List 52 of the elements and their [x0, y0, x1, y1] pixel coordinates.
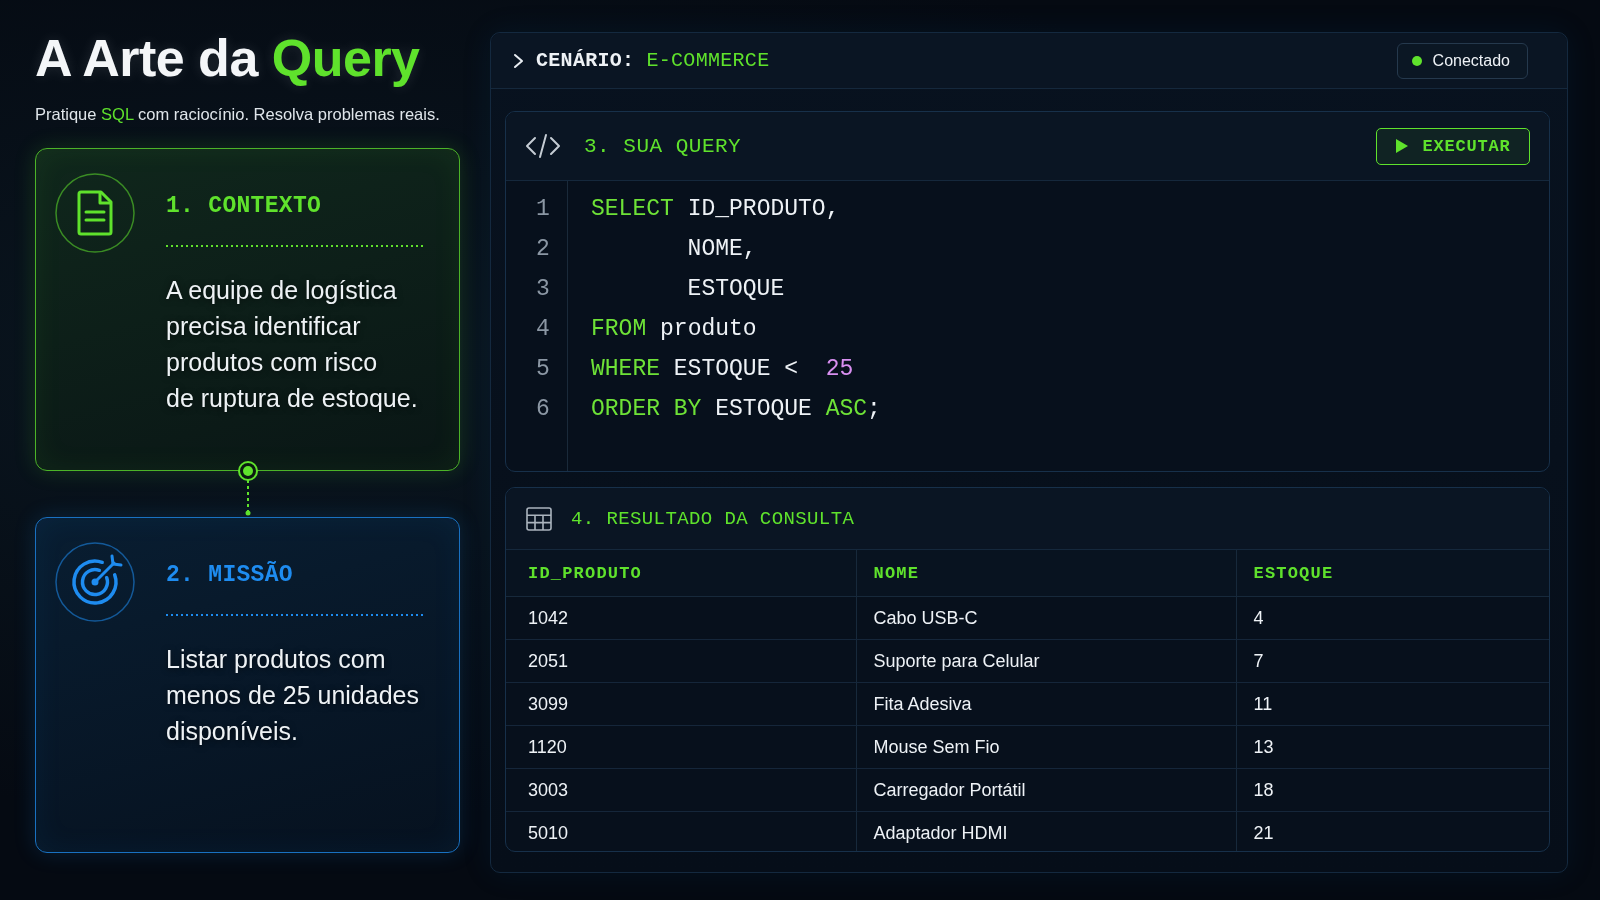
panel-title: 3. SUA QUERY — [584, 134, 742, 158]
page-subtitle: Pratique SQL com raciocínio. Resolva problemas reais. — [35, 104, 440, 125]
scenario-name: E-COMMERCE — [646, 49, 770, 72]
code-line: WHERE ESTOQUE < 25 — [591, 355, 854, 384]
line-number: 1 — [536, 195, 550, 224]
table-cell: 5010 — [528, 822, 569, 844]
table-cell: 13 — [1253, 736, 1274, 758]
step-description: A equipe de logística precisa identificar produtos com risco de ruptura de estoque. — [166, 275, 418, 414]
timeline-connector — [235, 459, 260, 516]
table-cell: Adaptador HDMI — [873, 822, 1008, 844]
column-header: NOME — [873, 563, 920, 583]
play-icon — [1395, 138, 1410, 154]
panel-title: 4. RESULTADO DA CONSULTA — [571, 507, 855, 530]
line-number: 2 — [536, 235, 550, 264]
line-number: 5 — [536, 355, 550, 384]
step-title: 2. MISSÃO — [166, 560, 293, 590]
table-cell: 1042 — [528, 607, 569, 629]
table-cell: 4 — [1253, 607, 1264, 629]
code-line: NOME, — [687, 235, 757, 264]
step-title: 1. CONTEXTO — [166, 192, 322, 221]
code-line: ESTOQUE — [687, 275, 785, 304]
document-icon — [55, 173, 135, 253]
target-icon — [55, 542, 135, 622]
status-label: Conectado — [1432, 51, 1510, 70]
table-cell: Carregador Portátil — [873, 779, 1026, 801]
column-header: ID_PRODUTO — [528, 563, 643, 583]
scenario-label: CENÁRIO: — [536, 49, 635, 72]
code-line: SELECT ID_PRODUTO, — [591, 195, 840, 224]
line-number: 4 — [536, 315, 550, 344]
code-line: ORDER BY ESTOQUE ASC; — [591, 395, 881, 424]
table-cell: 21 — [1253, 822, 1274, 844]
line-number: 6 — [536, 395, 550, 424]
column-header: ESTOQUE — [1253, 563, 1334, 583]
step-description: Listar produtos com menos de 25 unidades disponíveis. — [166, 644, 419, 747]
table-cell: Fita Adesiva — [873, 693, 972, 715]
table-cell: Suporte para Celular — [873, 650, 1040, 672]
table-cell: 7 — [1253, 650, 1264, 672]
table-cell: 3003 — [528, 779, 569, 801]
table-cell: 1120 — [528, 736, 567, 758]
table-cell: 11 — [1253, 693, 1273, 715]
line-number: 3 — [536, 275, 550, 304]
table-cell: Cabo USB-C — [873, 607, 978, 629]
page-title: A Arte da Query — [35, 28, 420, 88]
code-line: FROM produto — [591, 315, 757, 344]
table-icon — [526, 506, 552, 531]
table-cell: Mouse Sem Fio — [873, 736, 1000, 758]
table-cell: 3099 — [528, 693, 569, 715]
run-button[interactable]: EXECUTAR — [1376, 127, 1530, 165]
table-cell: 18 — [1253, 779, 1274, 801]
code-icon — [525, 133, 561, 159]
table-cell: 2051 — [528, 650, 569, 672]
chevron-right-icon — [513, 52, 525, 69]
